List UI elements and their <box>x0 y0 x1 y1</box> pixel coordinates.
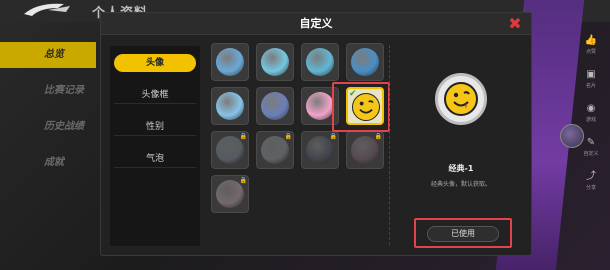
avatar-locked-4-icon <box>351 136 379 164</box>
tab-bubble[interactable]: 气泡 <box>114 150 196 168</box>
avatar-blue-creature-4-icon <box>351 48 379 76</box>
smiley-face-icon <box>444 82 478 116</box>
modal-title: 自定义 <box>299 17 333 30</box>
avatar-locked-2-icon <box>261 136 289 164</box>
avatar-cell[interactable]: 🔒 <box>211 131 249 169</box>
gamepad-icon: ◉ <box>586 103 596 114</box>
avatar[interactable] <box>560 124 584 148</box>
tab-avatar-frame[interactable]: 头像框 <box>114 86 196 104</box>
avatar-preview <box>435 73 487 125</box>
back-logo-icon[interactable] <box>18 0 80 20</box>
in-use-button[interactable]: 已使用 <box>427 226 499 242</box>
nav-item-match-records[interactable]: 比赛记录 <box>0 78 96 104</box>
background-nav: 总览 比赛记录 历史战绩 成就 <box>0 42 96 186</box>
lock-icon: 🔒 <box>374 133 382 140</box>
preview-description: 经典头像，默认获取。 <box>430 181 491 188</box>
panel-divider <box>389 45 390 245</box>
avatar-rainbow-icon <box>306 92 334 120</box>
selection-highlight <box>332 82 390 132</box>
avatar-grid: ✔ 🔒 🔒 🔒 🔒 🔒 <box>211 43 391 228</box>
avatar-locked-1-icon <box>216 136 244 164</box>
avatar-cell[interactable] <box>346 43 384 81</box>
preview-name: 经典-1 <box>448 164 474 173</box>
customize-modal: 自定义 ✖ 头像 头像框 性别 气泡 ✔ 🔒 🔒 🔒 🔒 🔒 经典-1 经典头像，默认获取… <box>100 12 532 256</box>
nav-item-history[interactable]: 历史战绩 <box>0 114 96 140</box>
category-tabs: 头像 头像框 性别 气泡 <box>110 46 200 246</box>
rail-share[interactable]: ⤴ 分享 <box>578 170 604 200</box>
rail-card[interactable]: ▣ 名片 <box>578 68 604 98</box>
lock-icon: 🔒 <box>239 177 247 184</box>
avatar-blue-creature-2-icon <box>261 48 289 76</box>
avatar-cell[interactable] <box>211 43 249 81</box>
card-icon: ▣ <box>586 69 596 80</box>
avatar-blue-creature-3-icon <box>306 48 334 76</box>
avatar-locked-5-icon <box>216 180 244 208</box>
modal-header: 自定义 ✖ <box>101 13 531 35</box>
rail-like[interactable]: 👍 点赞 <box>578 34 604 64</box>
tab-gender[interactable]: 性别 <box>114 118 196 136</box>
smiley-icon <box>453 91 470 108</box>
avatar-wizard-icon <box>261 92 289 120</box>
avatar-blue-creature-1-icon <box>216 48 244 76</box>
lock-icon: 🔒 <box>239 133 247 140</box>
avatar-cell[interactable]: 🔒 <box>346 131 384 169</box>
avatar-cell[interactable] <box>211 87 249 125</box>
avatar-locked-3-icon <box>306 136 334 164</box>
nav-item-achievements[interactable]: 成就 <box>0 150 96 176</box>
right-rail: 👍 点赞 ▣ 名片 ◉ 游戏 ✎ 自定义 ⤴ 分享 <box>578 34 604 204</box>
thumbs-up-icon: 👍 <box>584 35 598 46</box>
close-icon[interactable]: ✖ <box>507 16 523 32</box>
avatar-cell[interactable]: 🔒 <box>211 175 249 213</box>
nav-item-overview[interactable]: 总览 <box>0 42 96 68</box>
share-icon: ⤴ <box>586 171 596 182</box>
avatar-ghost-icon <box>216 92 244 120</box>
rail-game[interactable]: ◉ 游戏 <box>578 102 604 132</box>
lock-icon: 🔒 <box>329 133 337 140</box>
avatar-cell[interactable] <box>256 87 294 125</box>
tab-avatar[interactable]: 头像 <box>114 54 196 72</box>
lock-icon: 🔒 <box>284 133 292 140</box>
avatar-cell[interactable]: 🔒 <box>301 131 339 169</box>
avatar-cell[interactable] <box>256 43 294 81</box>
avatar-cell[interactable] <box>301 43 339 81</box>
avatar-cell[interactable]: 🔒 <box>256 131 294 169</box>
